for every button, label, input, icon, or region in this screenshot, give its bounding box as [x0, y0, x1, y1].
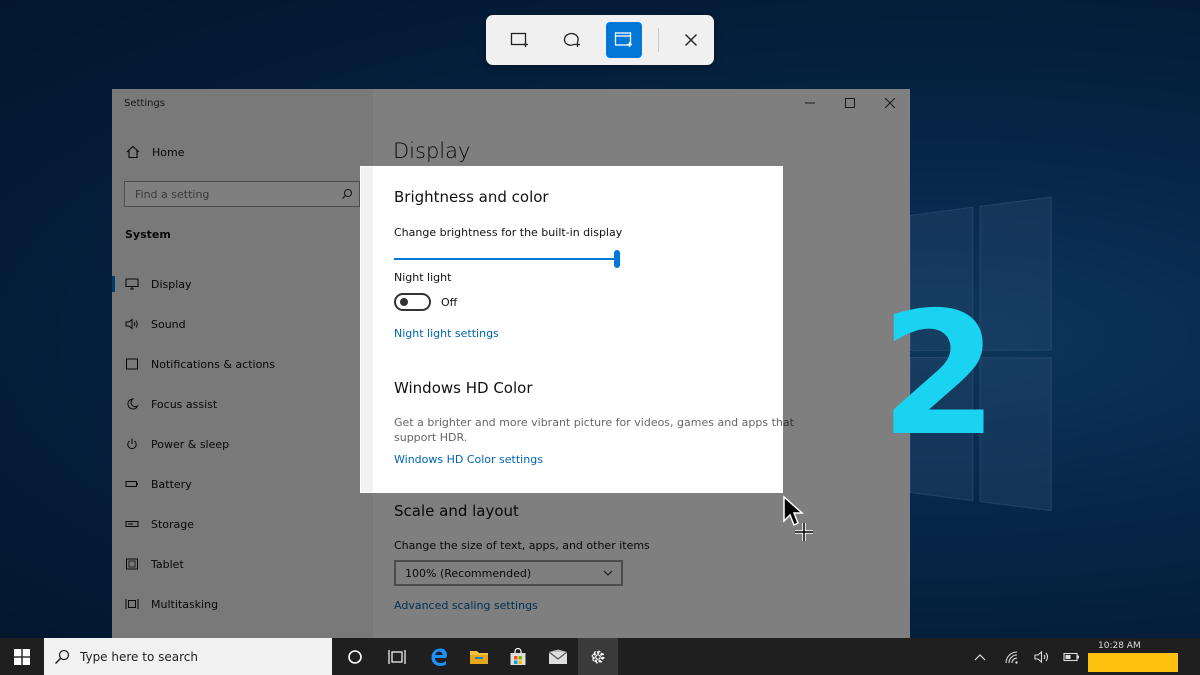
search-icon — [54, 649, 70, 664]
window-snip-icon — [614, 32, 632, 47]
hd-color-description-line1: Get a brighter and more vibrant picture … — [394, 416, 794, 429]
taskbar-search-placeholder: Type here to search — [80, 649, 198, 664]
battery-icon — [1063, 652, 1079, 661]
taskbar-clock[interactable]: 10:28 AM — [1088, 641, 1178, 672]
toggle-knob — [400, 298, 408, 306]
slider-thumb[interactable] — [614, 250, 620, 268]
brightness-label: Change brightness for the built-in displ… — [394, 226, 623, 239]
store-bag-icon — [510, 647, 526, 665]
freeform-snip-icon — [563, 32, 580, 47]
night-light-toggle[interactable] — [394, 293, 431, 311]
window-snip-button[interactable] — [606, 22, 642, 58]
folder-icon — [470, 650, 488, 664]
store-button[interactable] — [498, 638, 538, 675]
rectangular-snip-button[interactable] — [502, 22, 538, 58]
rectangular-snip-icon — [510, 32, 528, 47]
chevron-up-icon — [974, 653, 986, 660]
hd-color-heading: Windows HD Color — [394, 379, 533, 397]
file-explorer-button[interactable] — [459, 638, 499, 675]
speaker-icon — [1034, 650, 1049, 663]
slider-track[interactable] — [394, 258, 620, 260]
settings-taskbar-button[interactable] — [578, 638, 618, 675]
brightness-heading: Brightness and color — [394, 188, 549, 206]
taskbar-search-box[interactable]: Type here to search — [44, 638, 332, 675]
hd-color-description-line2: support HDR. — [394, 431, 468, 444]
edge-button[interactable] — [419, 638, 459, 675]
wifi-icon — [1005, 650, 1018, 664]
cortana-icon — [348, 649, 362, 664]
toolbar-divider — [658, 28, 659, 52]
close-snip-button[interactable] — [673, 22, 709, 58]
snip-dim-overlay — [0, 493, 1200, 638]
close-icon — [685, 34, 697, 46]
snip-dim-overlay — [0, 166, 360, 493]
volume-button[interactable] — [1028, 638, 1056, 675]
night-light-label: Night light — [394, 271, 452, 284]
redaction-box — [1088, 653, 1178, 672]
snip-toolbar — [486, 15, 714, 65]
edge-browser-icon — [431, 648, 447, 666]
taskbar: Type here to search 10:28 AM — [0, 638, 1200, 675]
freeform-snip-button[interactable] — [554, 22, 590, 58]
mail-icon — [548, 649, 568, 664]
task-view-icon — [388, 649, 406, 664]
clock-time: 10:28 AM — [1098, 641, 1141, 651]
step-number: 2 — [880, 276, 999, 474]
mail-button[interactable] — [538, 638, 578, 675]
night-light-settings-link[interactable]: Night light settings — [394, 327, 499, 340]
gear-icon — [591, 650, 605, 663]
start-button[interactable] — [0, 638, 44, 675]
battery-button[interactable] — [1058, 638, 1086, 675]
show-hidden-icons-button[interactable] — [966, 638, 994, 675]
brightness-slider[interactable] — [394, 250, 620, 268]
windows-start-icon — [14, 648, 30, 665]
hd-color-settings-link[interactable]: Windows HD Color settings — [394, 453, 543, 466]
night-light-state: Off — [441, 296, 458, 309]
crosshair-cursor-icon — [783, 495, 813, 541]
task-view-button[interactable] — [377, 638, 417, 675]
network-button[interactable] — [998, 638, 1026, 675]
cortana-button[interactable] — [335, 638, 375, 675]
